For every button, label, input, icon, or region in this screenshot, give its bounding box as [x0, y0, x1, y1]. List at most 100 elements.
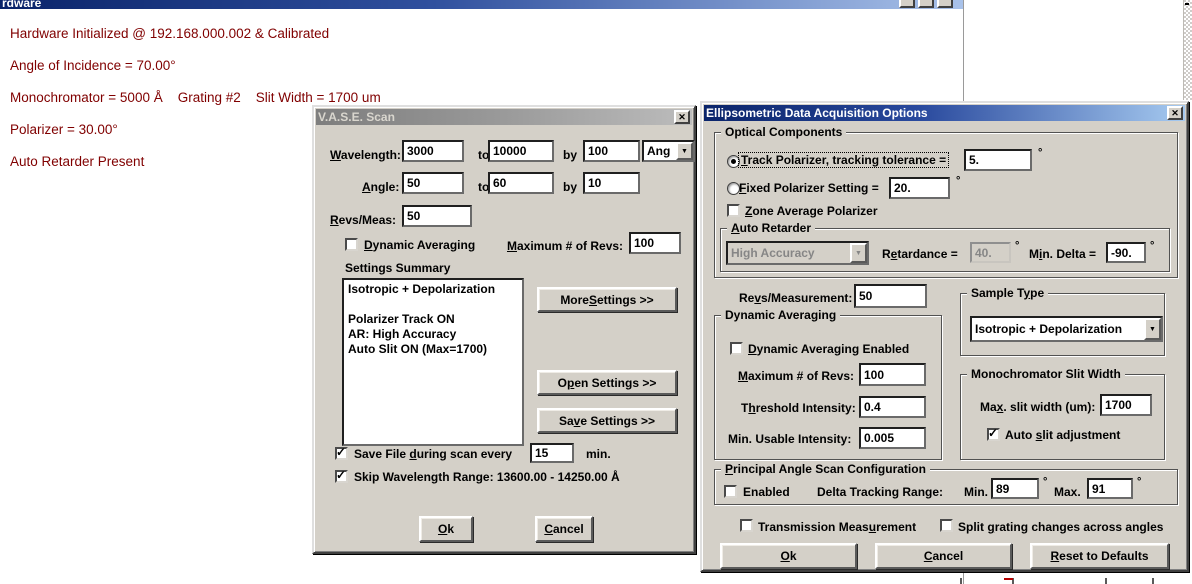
transmission-checkbox[interactable]: ✓ — [740, 519, 753, 532]
minimize-button[interactable] — [899, 0, 915, 8]
chevron-down-icon[interactable]: ▼ — [676, 142, 693, 160]
maximize-button[interactable] — [918, 0, 934, 8]
ellipso-dialog-title: Ellipsometric Data Acquisition Options — [706, 106, 1167, 120]
revs-per-measurement-input[interactable] — [854, 284, 927, 308]
revs-per-measurement-label: Revs/Measurement: — [739, 291, 852, 305]
principal-enabled-checkbox[interactable]: ✓ — [724, 485, 737, 498]
settings-summary-label: Settings Summary — [345, 261, 450, 275]
dynamic-averaging-enabled-checkbox[interactable]: ✓ — [730, 342, 743, 355]
angle-to-input[interactable] — [488, 172, 554, 194]
threshold-intensity-input[interactable] — [859, 396, 926, 418]
summary-line — [348, 297, 518, 312]
degree-symbol: ° — [1043, 476, 1047, 488]
summary-line: Isotropic + Depolarization — [348, 282, 518, 297]
fixed-polarizer-input[interactable] — [889, 177, 950, 199]
close-button[interactable] — [937, 0, 953, 8]
principal-enabled-label: Enabled — [743, 485, 790, 499]
vase-dialog-title: V.A.S.E. Scan — [318, 110, 674, 124]
close-icon: ✕ — [1171, 109, 1179, 118]
angle-by-input[interactable] — [583, 172, 640, 194]
hardware-status-line: Monochromator = 5000 Å Grating #2 Slit W… — [10, 90, 381, 105]
chevron-down-icon[interactable]: ▼ — [850, 243, 867, 263]
max-slit-width-input[interactable] — [1100, 394, 1152, 416]
hardware-status-line: Auto Retarder Present — [10, 154, 144, 169]
background-scrollbar[interactable] — [1183, 0, 1192, 100]
wavelength-from-input[interactable] — [402, 140, 464, 162]
revs-per-meas-input[interactable] — [402, 205, 472, 227]
delta-max-input[interactable] — [1087, 478, 1133, 499]
ellipso-titlebar[interactable]: Ellipsometric Data Acquisition Options ✕ — [704, 105, 1185, 121]
angle-label: Angle: — [362, 180, 399, 194]
angle-from-input[interactable] — [402, 172, 464, 194]
retardance-input[interactable] — [970, 242, 1011, 263]
vase-titlebar[interactable]: V.A.S.E. Scan ✕ — [316, 109, 692, 125]
revs-per-meas-label: Revs/Meas: — [330, 213, 396, 227]
dynamic-averaging-enabled-label: Dynamic Averaging Enabled — [748, 342, 909, 356]
auto-slit-label: Auto slit adjustment — [1005, 428, 1120, 442]
fixed-polarizer-label: Fixed Polarizer Setting = — [739, 181, 879, 195]
ok-button[interactable]: Ok — [720, 543, 857, 569]
zone-average-label: Zone Average Polarizer — [745, 204, 878, 218]
save-file-checkbox[interactable]: ✓ — [335, 447, 348, 460]
degree-symbol: ° — [1015, 240, 1019, 252]
by-label: by — [563, 180, 577, 194]
wavelength-by-input[interactable] — [583, 140, 640, 162]
delta-max-label: Max. — [1054, 485, 1081, 499]
hardware-window-title: rdware — [2, 0, 41, 9]
transmission-label: Transmission Measurement — [758, 520, 916, 534]
dynamic-averaging-checkbox[interactable]: ✓ — [345, 238, 358, 251]
max-slit-width-label: Max. slit width (um): — [980, 400, 1095, 414]
delta-tracking-range-label: Delta Tracking Range: — [817, 485, 943, 499]
check-icon: ✓ — [988, 426, 998, 440]
delta-min-input[interactable] — [991, 478, 1039, 499]
zone-average-checkbox[interactable]: ✓ — [727, 204, 740, 217]
check-icon: ✓ — [336, 468, 346, 482]
chevron-down-icon[interactable]: ▼ — [1144, 318, 1161, 340]
auto-slit-checkbox[interactable]: ✓ — [987, 428, 1000, 441]
background-window-fragment — [1152, 578, 1154, 584]
summary-line: Polarizer Track ON — [348, 312, 518, 327]
ellipso-close-button[interactable]: ✕ — [1167, 106, 1183, 120]
ok-button[interactable]: Ok — [419, 516, 473, 542]
skip-wavelength-checkbox[interactable]: ✓ — [335, 470, 348, 483]
close-icon: ✕ — [678, 113, 686, 122]
split-grating-checkbox[interactable]: ✓ — [940, 519, 953, 532]
background-window-fragment — [1105, 578, 1107, 584]
auto-retarder-mode-value: High Accuracy — [728, 243, 850, 263]
save-file-label: Save File during scan every — [354, 447, 512, 461]
vase-close-button[interactable]: ✕ — [674, 110, 690, 124]
cancel-button[interactable]: Cancel — [535, 516, 593, 542]
reset-defaults-button[interactable]: Reset to Defaults — [1030, 543, 1169, 569]
more-settings-button[interactable]: More Settings >> — [537, 287, 677, 312]
settings-summary-list[interactable]: Isotropic + Depolarization Polarizer Tra… — [342, 278, 524, 446]
min-usable-intensity-input[interactable] — [859, 427, 926, 449]
sample-type-group-label: Sample Type — [967, 286, 1048, 300]
save-interval-input[interactable] — [530, 443, 574, 463]
wavelength-label: Wavelength: — [330, 148, 401, 162]
auto-retarder-mode-combo[interactable]: High Accuracy ▼ — [726, 241, 869, 265]
sample-type-combo[interactable]: Isotropic + Depolarization ▼ — [970, 316, 1163, 342]
by-label: by — [563, 148, 577, 162]
max-revs-input[interactable] — [629, 232, 681, 254]
slit-width-group-label: Monochromator Slit Width — [967, 367, 1125, 381]
cancel-button[interactable]: Cancel — [875, 543, 1012, 569]
check-icon: ✓ — [336, 445, 346, 459]
track-polarizer-label: Track Polarizer, tracking tolerance = — [738, 152, 949, 168]
split-grating-label: Split grating changes across angles — [958, 520, 1163, 534]
save-settings-button[interactable]: Save Settings >> — [537, 408, 677, 433]
wavelength-to-input[interactable] — [488, 140, 554, 162]
ellipsometric-options-dialog: Ellipsometric Data Acquisition Options ✕… — [700, 101, 1189, 572]
max-revs-input[interactable] — [859, 363, 926, 386]
wavelength-units-combo[interactable]: Ang ▼ — [642, 140, 695, 162]
degree-symbol: ° — [1137, 476, 1141, 488]
dynamic-averaging-label: Dynamic Averaging — [364, 238, 475, 252]
open-settings-button[interactable]: Open Settings >> — [537, 370, 677, 395]
sample-type-value: Isotropic + Depolarization — [972, 318, 1144, 340]
hardware-titlebar[interactable]: rdware — [0, 0, 963, 9]
tracking-tolerance-input[interactable] — [964, 149, 1032, 171]
min-delta-input[interactable] — [1106, 242, 1146, 263]
dynamic-averaging-group-label: Dynamic Averaging — [721, 308, 840, 322]
background-window-fragment — [1004, 578, 1013, 580]
principal-angle-group-label: Principal Angle Scan Configuration — [721, 462, 930, 476]
delta-min-label: Min. — [964, 485, 988, 499]
